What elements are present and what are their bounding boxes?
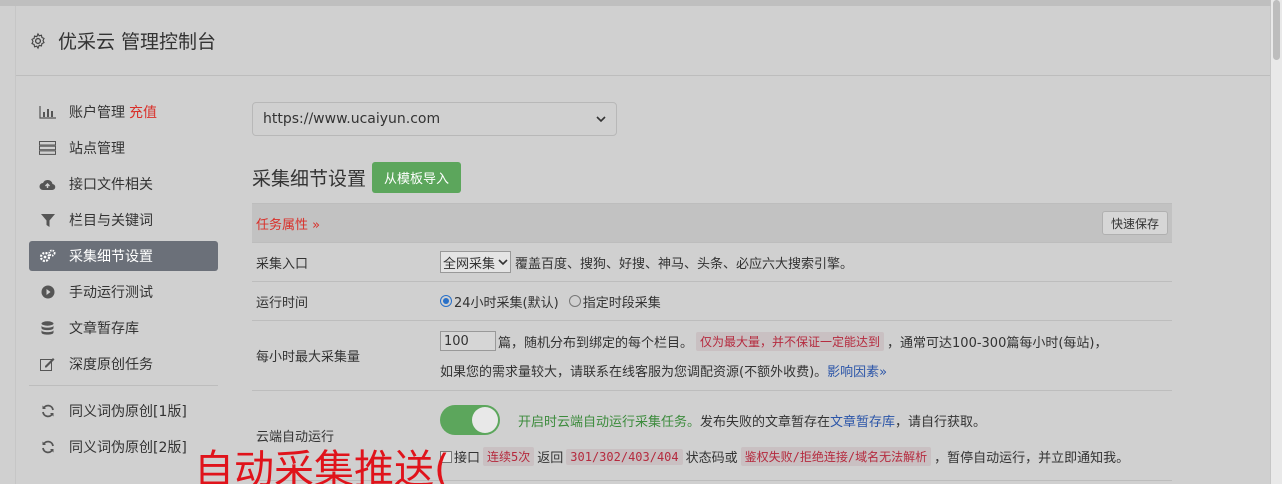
- sidebar: 账户管理 充值 站点管理 接口文件相关 栏目与关键词 采集细节设置 手动运行测试…: [29, 97, 218, 468]
- table-row: 运行时间 24小时采集(默认) 指定时段采集: [252, 282, 1172, 321]
- sidebar-item-label: 同义词伪原创[2版]: [69, 440, 187, 456]
- table-row: 每小时最大采集量 100 篇，随机分布到绑定的每个栏目。 仅为最大量，并不保证一…: [252, 321, 1172, 391]
- page-scrollbar[interactable]: [1271, 0, 1282, 484]
- entry-description: 覆盖百度、搜狗、好搜、神马、头条、必应六大搜索引擎。: [515, 256, 854, 272]
- gears-icon: [39, 249, 56, 263]
- sidebar-item-synonym-v1[interactable]: 同义词伪原创[1版]: [29, 396, 218, 426]
- sidebar-item-label: 深度原创任务: [69, 357, 153, 373]
- cloud-upload-icon: [39, 177, 56, 191]
- database-icon: [39, 320, 56, 335]
- cloud-auto-toggle[interactable]: [440, 405, 500, 435]
- sidebar-item-article-storage[interactable]: 文章暂存库: [29, 313, 218, 343]
- site-select-value: https://www.ucaiyun.com: [263, 111, 441, 127]
- sidebar-item-label: 手动运行测试: [69, 285, 153, 301]
- cloud-on-text: 开启时云端自动运行采集任务。: [518, 414, 701, 430]
- row-label: 采集入口: [256, 256, 309, 272]
- status-codes-badge: 301/302/403/404: [566, 448, 683, 465]
- sidebar-item-label: 站点管理: [69, 141, 125, 157]
- article-storage-link[interactable]: 文章暂存库: [830, 411, 895, 430]
- contact-text: 如果您的需求量较大，请联系在线客服为您调配资源(不额外收费)。: [440, 365, 828, 380]
- sidebar-item-label: 栏目与关键词: [69, 213, 153, 229]
- row-value: 100 篇，随机分布到绑定的每个栏目。 仅为最大量，并不保证一定能达到 ，通常可…: [436, 321, 1172, 390]
- scrollbar-thumb[interactable]: [1273, 0, 1280, 60]
- sidebar-item-label: 采集细节设置: [69, 249, 153, 265]
- max-per-hour-input[interactable]: 100: [440, 331, 496, 351]
- sidebar-item-account[interactable]: 账户管理 充值: [29, 97, 218, 127]
- sidebar-item-interface-files[interactable]: 接口文件相关: [29, 169, 218, 199]
- main-content: https://www.ucaiyun.com 采集细节设置 从模板导入 任务属…: [252, 102, 1172, 481]
- gear-icon: [31, 32, 45, 49]
- entry-select[interactable]: 全网采集: [440, 251, 512, 273]
- entry-select-value: 全网采集: [443, 256, 496, 272]
- sidebar-divider: [29, 385, 218, 386]
- factors-link[interactable]: 影响因素»: [827, 361, 887, 380]
- cloud-failure-text: 发布失败的文章暂存在: [700, 414, 831, 430]
- sidebar-item-deep-original[interactable]: 深度原创任务: [29, 349, 218, 379]
- max-per-hour-text: 篇，随机分布到绑定的每个栏目。: [498, 335, 694, 351]
- sidebar-item-sites[interactable]: 站点管理: [29, 133, 218, 163]
- status-code-text: 状态码或: [685, 451, 738, 466]
- task-properties-toggle[interactable]: 任务属性 »: [256, 214, 320, 233]
- max-warning: 仅为最大量，并不保证一定能达到: [696, 331, 885, 351]
- bar-chart-icon: [39, 105, 56, 119]
- chevron-down-icon: [498, 258, 508, 265]
- pause-notify-text: ，暂停自动运行，并立即通知我。: [934, 451, 1130, 466]
- toggle-knob: [472, 407, 498, 433]
- consecutive-badge: 连续5次: [483, 447, 535, 466]
- row-label: 运行时间: [256, 295, 309, 311]
- row-value: 开启时云端自动运行采集任务。 发布失败的文章暂存在 文章暂存库 ，请自行获取。 …: [436, 391, 1172, 480]
- section-header: 采集细节设置 从模板导入: [252, 161, 1172, 193]
- edit-icon: [39, 357, 56, 371]
- runtime-scheduled-radio[interactable]: [568, 295, 581, 307]
- row-value: 24小时采集(默认) 指定时段采集: [436, 282, 1172, 320]
- import-template-button[interactable]: 从模板导入: [372, 161, 462, 193]
- interface-text: 接口: [454, 451, 481, 466]
- sidebar-item-label: 文章暂存库: [69, 321, 139, 337]
- sidebar-item-synonym-v2[interactable]: 同义词伪原创[2版]: [29, 432, 218, 462]
- sidebar-item-columns-keywords[interactable]: 栏目与关键词: [29, 205, 218, 235]
- sidebar-item-label: 同义词伪原创[1版]: [69, 404, 187, 420]
- section-title: 采集细节设置: [252, 167, 367, 190]
- chevron-down-icon: [596, 115, 606, 122]
- auth-failure-badge: 鉴权失败/拒绝连接/域名无法解析: [740, 447, 932, 466]
- runtime-scheduled-label: 指定时段采集: [582, 295, 661, 311]
- recharge-link[interactable]: 充值: [129, 102, 157, 122]
- task-settings-table: 任务属性 » 快速保存 采集入口 全网采集 覆盖百度、搜狗、好搜、神马、头条、必…: [252, 203, 1172, 481]
- sidebar-item-label: 接口文件相关: [69, 177, 153, 193]
- refresh-icon: [39, 440, 56, 454]
- max-per-hour-typical: ，通常可达100-300篇每小时(每站)，: [887, 335, 1108, 351]
- table-row: 采集入口 全网采集 覆盖百度、搜狗、好搜、神马、头条、必应六大搜索引擎。: [252, 243, 1172, 282]
- page-title: 优采云 管理控制台: [58, 31, 217, 53]
- sidebar-item-label: 账户管理: [69, 105, 125, 121]
- runtime-24h-label: 24小时采集(默认): [454, 295, 559, 311]
- server-icon: [39, 141, 56, 155]
- filter-icon: [39, 213, 56, 227]
- sidebar-item-collect-settings[interactable]: 采集细节设置: [29, 241, 218, 271]
- return-text: 返回: [537, 451, 564, 466]
- sidebar-item-manual-test[interactable]: 手动运行测试: [29, 277, 218, 307]
- play-circle-icon: [39, 285, 56, 299]
- overlay-caption: 自动采集推送(: [194, 447, 450, 484]
- site-select[interactable]: https://www.ucaiyun.com: [252, 102, 617, 136]
- console-panel: 优采云 管理控制台 账户管理 充值 站点管理 接口文件相关 栏目与关键词 采集细…: [15, 6, 1271, 484]
- cloud-retrieve-text: ，请自行获取。: [895, 414, 987, 430]
- runtime-24h-radio[interactable]: [440, 295, 452, 307]
- quick-save-button[interactable]: 快速保存: [1101, 211, 1168, 235]
- refresh-icon: [39, 404, 56, 418]
- page-header: 优采云 管理控制台: [16, 6, 1270, 76]
- row-label: 每小时最大采集量: [256, 350, 361, 365]
- task-properties-header: 任务属性 » 快速保存: [252, 204, 1172, 243]
- row-value: 全网采集 覆盖百度、搜狗、好搜、神马、头条、必应六大搜索引擎。: [436, 243, 1172, 281]
